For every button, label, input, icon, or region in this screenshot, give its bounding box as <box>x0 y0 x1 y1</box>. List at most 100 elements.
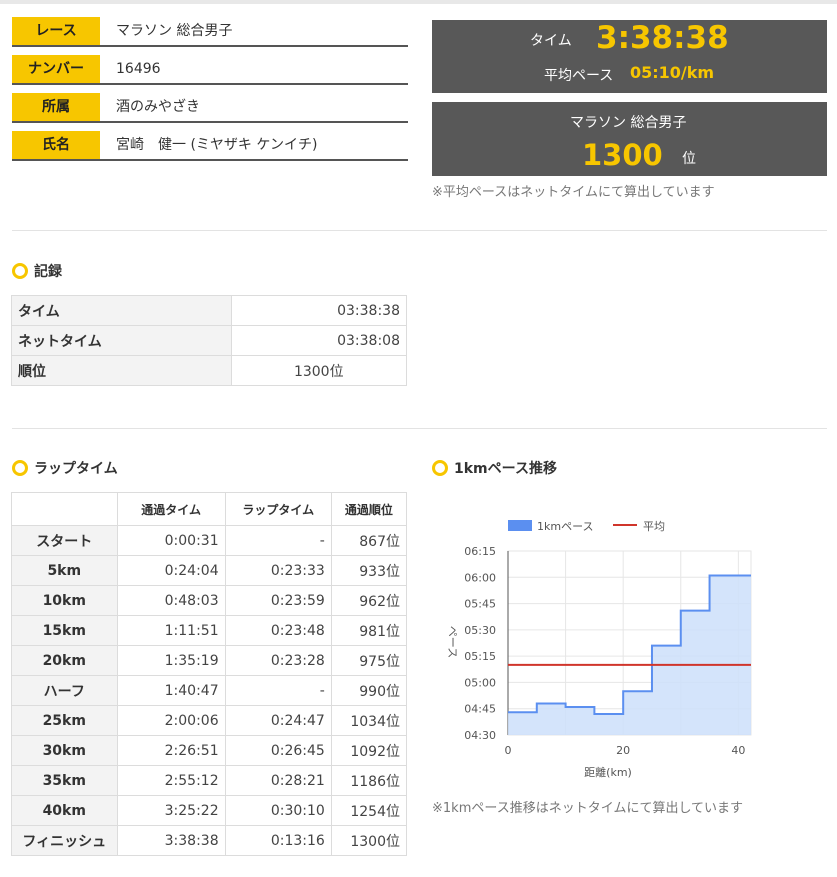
lap-point-cell: 30km <box>11 735 118 766</box>
rank-summary-box: マラソン 総合男子 1300 位 <box>432 102 827 176</box>
table-row: 10km 0:48:03 0:23:59 962位 <box>11 585 408 616</box>
x-tick-label: 0 <box>505 744 512 757</box>
table-row: 40km 3:25:22 0:30:10 1254位 <box>11 795 408 826</box>
profile-value: 宮崎 健一 (ミヤザキ ケンイチ) <box>116 137 318 153</box>
record-title-text: 記録 <box>34 264 62 280</box>
lap-time-cell: 0:30:10 <box>224 795 332 826</box>
profile-label: レース <box>12 17 100 45</box>
lap-rank-cell: 1092位 <box>330 735 408 766</box>
lap-table: 通過タイム ラップタイム 通過順位 スタート 0:00:31-867位 5km 0:2… <box>11 492 408 856</box>
legend-label-average: 平均 <box>643 520 665 533</box>
circle-bullet-icon <box>432 460 448 476</box>
y-axis-label: ペース <box>446 626 459 658</box>
y-tick-label: 05:45 <box>464 598 496 611</box>
lap-split-cell: 3:38:38 <box>116 825 226 856</box>
table-header-row: 通過タイム ラップタイム 通過順位 <box>11 492 408 526</box>
table-row: フィニッシュ 3:38:38 0:13:16 1300位 <box>11 825 408 856</box>
lap-time-cell: 0:28:21 <box>224 765 332 796</box>
lap-title-text: ラップタイム <box>34 461 118 477</box>
lap-split-cell: 3:25:22 <box>116 795 226 826</box>
y-tick-label: 04:45 <box>464 703 496 716</box>
section-divider <box>12 230 827 231</box>
lap-rank-cell: 990位 <box>330 675 408 706</box>
profile-label: ナンバー <box>12 55 100 83</box>
record-section-title: 記録 <box>12 262 62 282</box>
y-tick-label: 06:15 <box>464 545 496 558</box>
profile-label: 氏名 <box>12 131 100 159</box>
profile-value: 酒のみやざき <box>116 99 200 115</box>
time-value: 3:38:38 <box>596 20 729 56</box>
lap-time-cell: 0:23:33 <box>224 555 332 586</box>
time-label: タイム <box>530 33 572 49</box>
header-cell <box>11 492 118 526</box>
record-label: ネットタイム <box>11 325 232 356</box>
lap-rank-cell: 981位 <box>330 615 408 646</box>
lap-time-cell: - <box>224 675 332 706</box>
table-row: 35km 2:55:12 0:28:21 1186位 <box>11 765 408 796</box>
lap-point-cell: 10km <box>11 585 118 616</box>
header-cell: 通過順位 <box>330 492 408 526</box>
lap-point-cell: 15km <box>11 615 118 646</box>
section-divider <box>12 428 827 429</box>
table-row: スタート 0:00:31-867位 <box>11 525 408 556</box>
lap-table-body: スタート 0:00:31-867位 5km 0:24:04 0:23:33 933位 10k… <box>11 525 408 856</box>
x-tick-label: 20 <box>616 744 630 757</box>
pace-value: 05:10/km <box>630 63 715 82</box>
record-value: 03:38:08 <box>230 325 408 356</box>
table-row: 15km 1:11:51 0:23:48 981位 <box>11 615 408 646</box>
lap-rank-cell: 975位 <box>330 645 408 676</box>
lap-point-cell: ハーフ <box>11 675 118 706</box>
rank-unit: 位 <box>682 151 696 167</box>
profile-value: マラソン 総合男子 <box>116 23 233 39</box>
y-tick-label: 05:15 <box>464 650 496 663</box>
lap-time-cell: 0:26:45 <box>224 735 332 766</box>
pace-chart-section-title: 1kmペース推移 <box>432 459 557 479</box>
lap-time-cell: 0:23:28 <box>224 645 332 676</box>
lap-rank-cell: 933位 <box>330 555 408 586</box>
profile-row-number: ナンバー 16496 <box>12 55 408 85</box>
x-tick-label: 40 <box>731 744 745 757</box>
y-tick-label: 04:30 <box>464 729 496 742</box>
lap-rank-cell: 867位 <box>330 525 408 556</box>
top-border <box>0 0 837 4</box>
category-label: マラソン 総合男子 <box>570 115 687 131</box>
table-row: 順位 1300位 <box>11 355 408 386</box>
record-value: 1300位 <box>230 355 408 386</box>
lap-rank-cell: 1254位 <box>330 795 408 826</box>
pace-chart: 1kmペース 平均 04:30 04:45 05:00 05:15 05:30 05:45… <box>446 520 752 779</box>
x-axis-label: 距離(km) <box>584 765 632 779</box>
rank-value: 1300 <box>582 138 663 172</box>
lap-time-cell: - <box>224 525 332 556</box>
table-row: 30km 2:26:51 0:26:45 1092位 <box>11 735 408 766</box>
lap-section-title: ラップタイム <box>12 459 118 479</box>
table-row: 20km 1:35:19 0:23:28 975位 <box>11 645 408 676</box>
lap-point-cell: 35km <box>11 765 118 796</box>
profile-row-affiliation: 所属 酒のみやざき <box>12 93 408 123</box>
legend-label-pace: 1kmペース <box>537 520 594 533</box>
table-row: 5km 0:24:04 0:23:33 933位 <box>11 555 408 586</box>
record-label: タイム <box>11 295 232 326</box>
pace-note: ※平均ペースはネットタイムにて算出しています <box>432 185 715 200</box>
circle-bullet-icon <box>12 263 28 279</box>
lap-split-cell: 2:26:51 <box>116 735 226 766</box>
lap-rank-cell: 962位 <box>330 585 408 616</box>
lap-time-cell: 0:13:16 <box>224 825 332 856</box>
header-cell: 通過タイム <box>116 492 226 526</box>
lap-split-cell: 1:40:47 <box>116 675 226 706</box>
legend-swatch-pace <box>508 520 532 531</box>
lap-time-cell: 0:24:47 <box>224 705 332 736</box>
time-summary-box: タイム 3:38:38 平均ペース 05:10/km <box>432 20 827 93</box>
table-row: タイム 03:38:38 <box>11 295 408 326</box>
lap-split-cell: 1:35:19 <box>116 645 226 676</box>
pace-chart-title-text: 1kmペース推移 <box>454 461 557 477</box>
table-row: ネットタイム 03:38:08 <box>11 325 408 356</box>
lap-point-cell: 20km <box>11 645 118 676</box>
circle-bullet-icon <box>12 460 28 476</box>
lap-point-cell: スタート <box>11 525 118 556</box>
record-value: 03:38:38 <box>230 295 408 326</box>
pace-label: 平均ペース <box>544 68 614 84</box>
chart-note: ※1kmペース推移はネットタイムにて算出しています <box>432 801 744 816</box>
lap-rank-cell: 1300位 <box>330 825 408 856</box>
lap-time-cell: 0:23:48 <box>224 615 332 646</box>
lap-point-cell: 25km <box>11 705 118 736</box>
